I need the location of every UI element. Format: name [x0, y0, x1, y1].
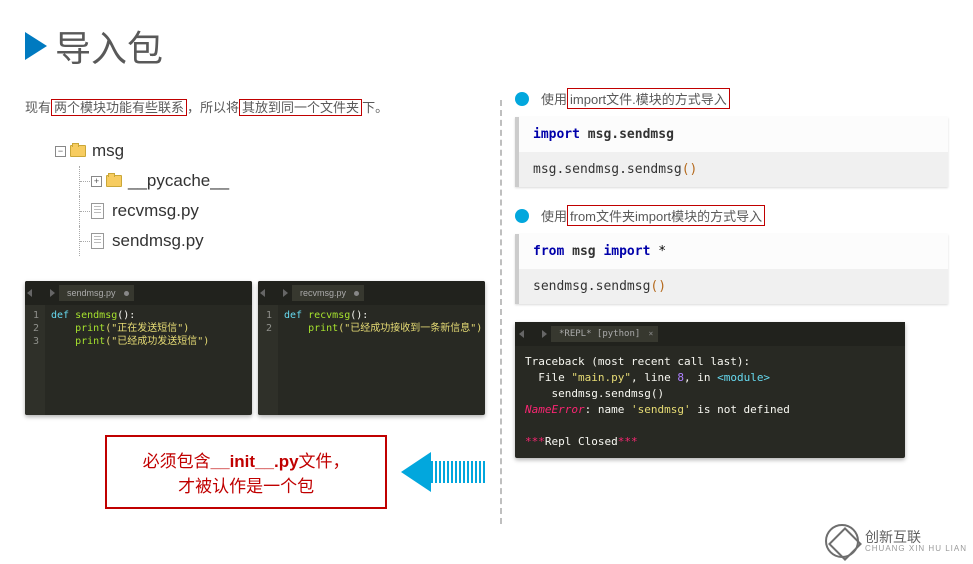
code-paren: () [650, 279, 666, 294]
folder-icon [106, 175, 122, 187]
tab-dirty-icon [124, 291, 129, 296]
repl-panel: *REPL* [python] × Traceback (most recent … [515, 322, 905, 458]
callout-text: 必须包含 [143, 452, 211, 471]
editor-sendmsg: sendmsg.py 123 def sendmsg(): print("正在发… [25, 281, 252, 415]
nav-next-icon[interactable] [283, 289, 288, 297]
bullet-icon [515, 209, 529, 223]
callout-box: 必须包含__init__.py文件， 才被认作是一个包 [105, 435, 387, 509]
tree-file[interactable]: sendmsg.py [112, 226, 204, 256]
code-kw: import [603, 244, 658, 259]
triangle-icon [25, 32, 47, 60]
tab-label: sendmsg.py [67, 288, 116, 298]
expander-icon[interactable]: + [91, 176, 102, 187]
code-call: sendmsg.sendmsg [533, 279, 650, 294]
intro-text: 现有两个模块功能有些联系，所以将其放到同一个文件夹下。 [25, 97, 485, 116]
expander-icon[interactable]: − [55, 146, 66, 157]
file-icon [91, 203, 104, 219]
tab-dirty-icon [354, 291, 359, 296]
page-title: 导入包 [55, 20, 163, 72]
callout-strong: __init__.py [211, 452, 299, 471]
close-icon[interactable]: × [648, 329, 653, 338]
editor-gutter: 123 [25, 305, 45, 415]
code-kw: from [533, 244, 572, 259]
watermark-logo-icon [825, 524, 859, 558]
code-card-fromimport: from msg import * sendmsg.sendmsg() [515, 234, 948, 304]
editor-tab[interactable]: recvmsg.py [292, 285, 364, 301]
intro-mid: ，所以将 [187, 100, 239, 115]
folder-icon [70, 145, 86, 157]
bullet-icon [515, 92, 529, 106]
code-mod: msg.sendmsg [588, 127, 674, 142]
tab-label: recvmsg.py [300, 288, 346, 298]
file-tree: − msg + __pycache__ recvmsg.py sendmsg.p… [55, 136, 485, 256]
code-card-import: import msg.sendmsg msg.sendmsg.sendmsg() [515, 117, 948, 187]
editor-recvmsg: recvmsg.py 12 def recvmsg(): print("已经成功… [258, 281, 485, 415]
bullet-highlight: from文件夹import模块的方式导入 [567, 205, 765, 226]
nav-prev-icon[interactable] [260, 289, 265, 297]
repl-output[interactable]: Traceback (most recent call last): File … [515, 346, 905, 458]
callout-text: 文件， [299, 452, 350, 471]
intro-highlight-1: 两个模块功能有些联系 [51, 99, 187, 116]
tree-file[interactable]: recvmsg.py [112, 196, 199, 226]
watermark: 创新互联 CHUANG XIN HU LIAN [825, 524, 967, 558]
arrow-body [431, 461, 485, 483]
intro-highlight-2: 其放到同一个文件夹 [239, 99, 362, 116]
nav-next-icon[interactable] [542, 330, 547, 338]
tab-label: *REPL* [python] [559, 329, 640, 339]
intro-post: 下。 [362, 100, 388, 115]
file-icon [91, 233, 104, 249]
watermark-sub: CHUANG XIN HU LIAN [865, 544, 967, 553]
code-kw: import [533, 127, 588, 142]
editor-code[interactable]: def sendmsg(): print("正在发送短信") print("已经… [45, 305, 215, 415]
callout-text: 才被认作是一个包 [125, 472, 367, 497]
code-call: msg.sendmsg.sendmsg [533, 162, 682, 177]
repl-tab[interactable]: *REPL* [python] × [551, 326, 658, 342]
bullet-text: 使用 [541, 89, 567, 108]
tree-pycache[interactable]: __pycache__ [128, 166, 229, 196]
arrow-left-icon [401, 452, 431, 492]
editor-tab[interactable]: sendmsg.py [59, 285, 134, 301]
bullet-highlight: import文件.模块的方式导入 [567, 88, 730, 109]
editor-code[interactable]: def recvmsg(): print("已经成功接收到一条新信息") [278, 305, 485, 415]
code-paren: () [682, 162, 698, 177]
intro-pre: 现有 [25, 100, 51, 115]
editor-gutter: 12 [258, 305, 278, 415]
bullet-text: 使用 [541, 206, 567, 225]
tree-root[interactable]: msg [92, 136, 124, 166]
watermark-brand: 创新互联 [865, 530, 967, 544]
code-mod: msg [572, 244, 603, 259]
nav-prev-icon[interactable] [27, 289, 32, 297]
nav-prev-icon[interactable] [519, 330, 524, 338]
code-star: * [658, 244, 666, 259]
nav-next-icon[interactable] [50, 289, 55, 297]
